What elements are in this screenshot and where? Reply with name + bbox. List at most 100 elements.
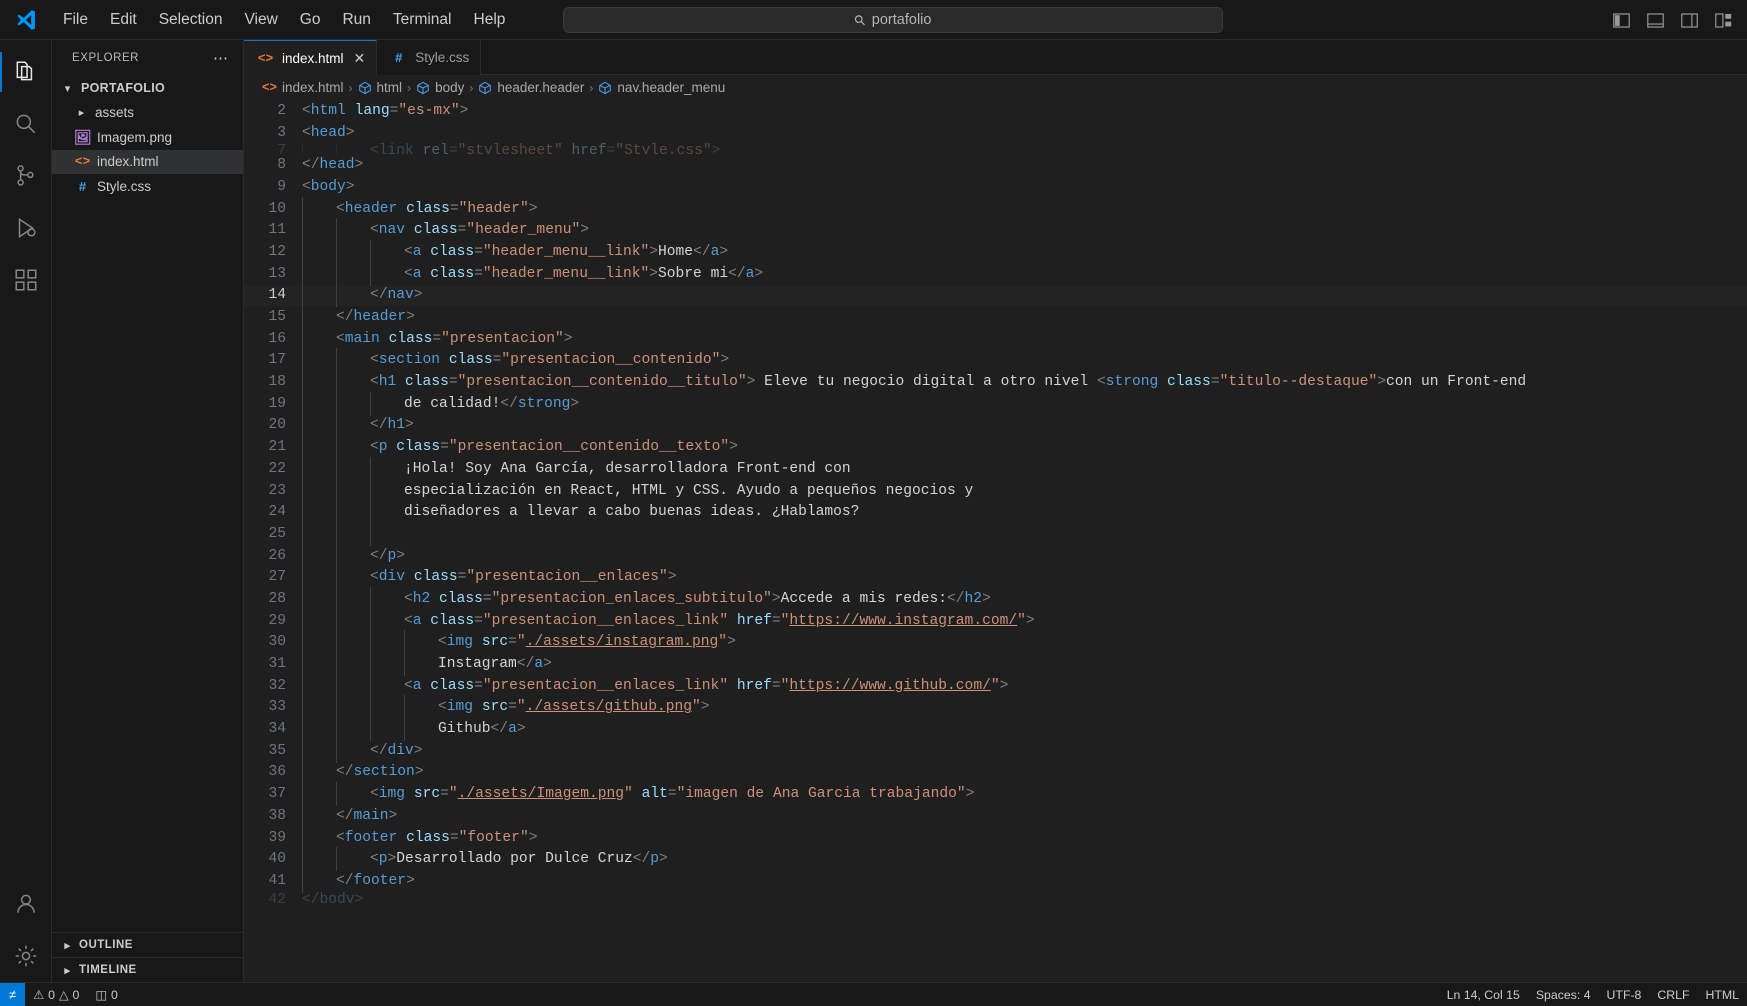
code-line[interactable]: 11 <nav class="header_menu"> bbox=[244, 218, 1747, 243]
menu-terminal[interactable]: Terminal bbox=[382, 7, 463, 33]
activitybar-item-explorer[interactable] bbox=[0, 46, 52, 98]
code-line[interactable]: 37 <img src="./assets/Imagem.png" alt="i… bbox=[244, 782, 1747, 807]
code-line[interactable]: 18 <h1 class="presentacion__contenido__t… bbox=[244, 370, 1747, 395]
code-line[interactable]: 22 ¡Hola! Soy Ana García, desarrolladora… bbox=[244, 456, 1747, 481]
menu-run[interactable]: Run bbox=[331, 7, 381, 33]
code-line[interactable]: 27 <div class="presentacion__enlaces"> bbox=[244, 565, 1747, 590]
code-line[interactable]: 19 de calidad!</strong> bbox=[244, 391, 1747, 416]
code-line[interactable]: 9 <body> bbox=[244, 176, 1747, 198]
tree-item-assets[interactable]: ▸ assets bbox=[52, 101, 243, 126]
customize-layout-icon[interactable] bbox=[1714, 11, 1733, 30]
code-line[interactable]: 35 </div> bbox=[244, 738, 1747, 763]
code-line[interactable]: 34 Github</a> bbox=[244, 717, 1747, 742]
code-line[interactable]: 23 especialización en React, HTML y CSS.… bbox=[244, 478, 1747, 503]
code-line[interactable]: 26 </p> bbox=[244, 543, 1747, 568]
token-brk: > bbox=[406, 309, 415, 326]
code-line[interactable]: 20 </h1> bbox=[244, 413, 1747, 438]
line-number: 13 bbox=[268, 265, 286, 282]
breadcrumb-item-nav-header-menu[interactable]: nav.header_menu bbox=[598, 80, 725, 95]
tree-root-portafolio[interactable]: ▾ PORTAFOLIO bbox=[52, 76, 243, 101]
toggle-primary-sidebar-icon[interactable] bbox=[1612, 11, 1631, 30]
breadcrumb-item-index-html[interactable]: <> index.html bbox=[262, 80, 344, 95]
code-line[interactable]: 13 <a class="header_menu__link">Sobre mi… bbox=[244, 261, 1747, 286]
code-line[interactable]: 16 <main class="presentacion"> bbox=[244, 326, 1747, 351]
remote-window-icon[interactable]: ≠ bbox=[0, 982, 26, 1006]
code-line[interactable]: 25 bbox=[244, 521, 1747, 546]
code-line[interactable]: 41 </footer> bbox=[244, 868, 1747, 893]
code-line[interactable]: 7 <link rel="stylesheet" href="Style.css… bbox=[244, 143, 1747, 155]
tree-item-index-html[interactable]: <> index.html bbox=[52, 149, 243, 174]
ellipsis-icon[interactable]: ⋯ bbox=[213, 49, 229, 67]
menu-help[interactable]: Help bbox=[463, 7, 517, 33]
code-line[interactable]: 38 </main> bbox=[244, 803, 1747, 828]
token-tag: a bbox=[412, 265, 422, 282]
token-brk: </ bbox=[632, 851, 651, 868]
breadcrumb-item-header-header[interactable]: header.header bbox=[478, 80, 584, 95]
close-icon[interactable]: ✕ bbox=[354, 50, 366, 67]
toggle-panel-icon[interactable] bbox=[1646, 11, 1665, 30]
line-content: <main class="presentacion"> bbox=[302, 326, 1747, 351]
menu-selection[interactable]: Selection bbox=[148, 7, 234, 33]
status-ports[interactable]: ◫ 0 bbox=[87, 988, 125, 1002]
code-editor[interactable]: 2 <html lang="es-mx"> 3 <head> 7 <link rel="… bbox=[244, 100, 1747, 982]
sidebar-section-outline[interactable]: ▸ OUTLINE bbox=[52, 932, 243, 957]
html-file-icon: <> bbox=[74, 154, 91, 170]
command-center-search[interactable]: ⚲ portafolio bbox=[563, 7, 1223, 33]
menu-file[interactable]: File bbox=[52, 7, 99, 33]
sidebar-section-timeline[interactable]: ▸ TIMELINE bbox=[52, 957, 243, 982]
menu-view[interactable]: View bbox=[233, 7, 288, 33]
token-txt: Home bbox=[658, 243, 694, 260]
status-language-mode[interactable]: HTML bbox=[1698, 988, 1747, 1002]
token-brk: < bbox=[302, 124, 311, 141]
toggle-secondary-sidebar-icon[interactable] bbox=[1680, 11, 1699, 30]
code-line[interactable]: 2 <html lang="es-mx"> bbox=[244, 100, 1747, 122]
code-line[interactable]: 30 <img src="./assets/instagram.png"> bbox=[244, 630, 1747, 655]
code-line[interactable]: 24 diseñadores a llevar a cabo buenas id… bbox=[244, 500, 1747, 525]
code-line[interactable]: 32 <a class="presentacion__enlaces_link"… bbox=[244, 673, 1747, 698]
code-line[interactable]: 3 <head> bbox=[244, 122, 1747, 144]
breadcrumb-item-body[interactable]: body bbox=[416, 80, 464, 95]
code-line[interactable]: 8 </head> bbox=[244, 154, 1747, 176]
activitybar-item-accounts[interactable] bbox=[0, 878, 52, 930]
code-line[interactable]: 10 <header class="header"> bbox=[244, 196, 1747, 221]
code-line[interactable]: 17 <section class="presentacion__conteni… bbox=[244, 348, 1747, 373]
indent-guide bbox=[302, 847, 336, 872]
code-line[interactable]: 14 </nav> bbox=[244, 283, 1747, 308]
indent-guide bbox=[336, 391, 370, 416]
code-line[interactable]: 39 <footer class="footer"> bbox=[244, 825, 1747, 850]
indent-guide bbox=[302, 305, 336, 330]
activitybar-item-source-control[interactable] bbox=[0, 150, 52, 202]
code-line[interactable]: 29 <a class="presentacion__enlaces_link"… bbox=[244, 608, 1747, 633]
breadcrumb-item-html[interactable]: html bbox=[358, 80, 402, 95]
code-line[interactable]: 42 </body> bbox=[244, 892, 1747, 903]
activitybar-item-search[interactable] bbox=[0, 98, 52, 150]
code-line[interactable]: 36 </section> bbox=[244, 760, 1747, 785]
status-cursor-position[interactable]: Ln 14, Col 15 bbox=[1439, 988, 1528, 1002]
tab-index-html[interactable]: <> index.html ✕ bbox=[244, 40, 378, 75]
status-encoding[interactable]: UTF-8 bbox=[1599, 988, 1650, 1002]
code-line[interactable]: 28 <h2 class="presentacion_enlaces_subti… bbox=[244, 586, 1747, 611]
token-tag: p bbox=[378, 439, 388, 456]
status-indentation[interactable]: Spaces: 4 bbox=[1528, 988, 1599, 1002]
activitybar-item-extensions[interactable] bbox=[0, 254, 52, 306]
code-line[interactable]: 21 <p class="presentacion__contenido__te… bbox=[244, 435, 1747, 460]
activitybar-item-run-and-debug[interactable] bbox=[0, 202, 52, 254]
menu-edit[interactable]: Edit bbox=[99, 7, 148, 33]
token-brk: = bbox=[440, 786, 449, 803]
token-attr: class bbox=[430, 265, 475, 282]
line-content: <h2 class="presentacion_enlaces_subtitul… bbox=[302, 586, 1747, 611]
tree-item-style-css[interactable]: # Style.css bbox=[52, 174, 243, 199]
status-problems[interactable]: ⚠ 0 △ 0 bbox=[25, 988, 87, 1002]
code-line[interactable]: 12 <a class="header_menu__link">Home</a> bbox=[244, 239, 1747, 264]
tab-style-css[interactable]: # Style.css bbox=[377, 40, 482, 75]
status-line-endings[interactable]: CRLF bbox=[1649, 988, 1697, 1002]
code-line[interactable]: 15 </header> bbox=[244, 305, 1747, 330]
indent-guide bbox=[370, 239, 404, 264]
code-line[interactable]: 31 Instagram</a> bbox=[244, 652, 1747, 677]
tree-item-imagem-png[interactable]: 🖼 Imagem.png bbox=[52, 125, 243, 150]
code-line[interactable]: 33 <img src="./assets/github.png"> bbox=[244, 695, 1747, 720]
menu-go[interactable]: Go bbox=[289, 7, 332, 33]
activitybar-item-manage[interactable] bbox=[0, 930, 52, 982]
code-line[interactable]: 40 <p>Desarrollado por Dulce Cruz</p> bbox=[244, 847, 1747, 872]
